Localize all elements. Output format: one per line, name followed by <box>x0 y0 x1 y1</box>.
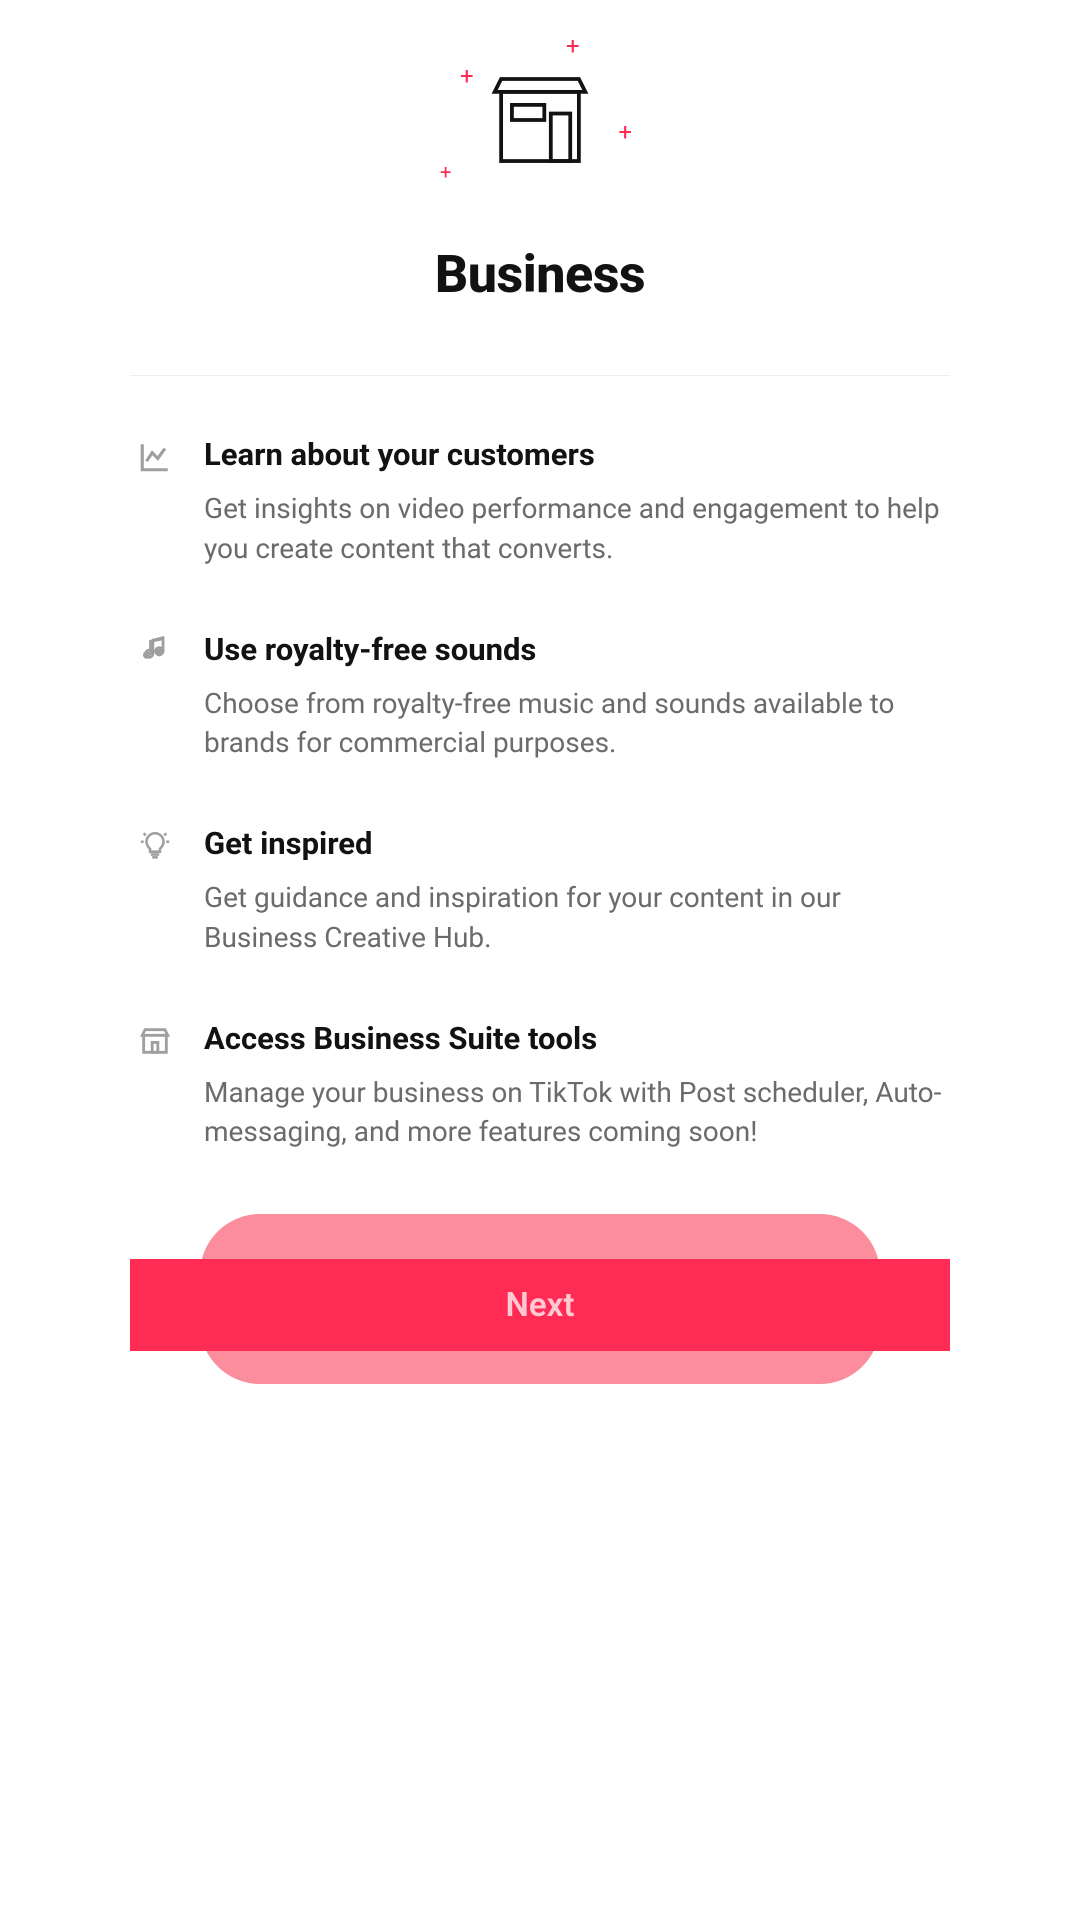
chart-icon <box>138 440 174 478</box>
button-area: Next <box>130 1214 950 1414</box>
sparkle-icon: + <box>618 120 632 144</box>
page-title: Business <box>130 244 950 305</box>
lightbulb-icon <box>138 829 174 867</box>
feature-description: Choose from royalty-free music and sound… <box>204 684 942 764</box>
feature-item-inspired: Get inspired Get guidance and inspiratio… <box>138 825 942 958</box>
sparkle-icon: + <box>440 162 451 182</box>
feature-title: Use royalty-free sounds <box>204 631 942 668</box>
feature-title: Access Business Suite tools <box>204 1020 942 1057</box>
feature-item-analytics: Learn about your customers Get insights … <box>138 436 942 569</box>
feature-title: Get inspired <box>204 825 942 862</box>
store-icon <box>486 66 594 174</box>
feature-description: Get guidance and inspiration for your co… <box>204 878 942 958</box>
store-small-icon <box>138 1024 174 1062</box>
sparkle-icon: + <box>566 34 580 58</box>
feature-list: Learn about your customers Get insights … <box>130 436 950 1152</box>
feature-content: Use royalty-free sounds Choose from roya… <box>204 631 942 764</box>
feature-content: Access Business Suite tools Manage your … <box>204 1020 942 1153</box>
business-onboarding-page: + + + + Business Learn about your cus <box>130 0 950 1414</box>
music-icon <box>138 635 174 669</box>
divider <box>130 375 950 376</box>
next-button[interactable] <box>130 1259 950 1351</box>
feature-description: Get insights on video performance and en… <box>204 489 942 569</box>
sparkle-icon: + <box>460 64 474 88</box>
feature-content: Get inspired Get guidance and inspiratio… <box>204 825 942 958</box>
feature-content: Learn about your customers Get insights … <box>204 436 942 569</box>
feature-item-suite: Access Business Suite tools Manage your … <box>138 1020 942 1153</box>
feature-title: Learn about your customers <box>204 436 942 473</box>
feature-item-sounds: Use royalty-free sounds Choose from roya… <box>138 631 942 764</box>
hero-illustration: + + + + <box>440 30 640 210</box>
hero-section: + + + + Business <box>130 0 950 345</box>
feature-description: Manage your business on TikTok with Post… <box>204 1073 942 1153</box>
